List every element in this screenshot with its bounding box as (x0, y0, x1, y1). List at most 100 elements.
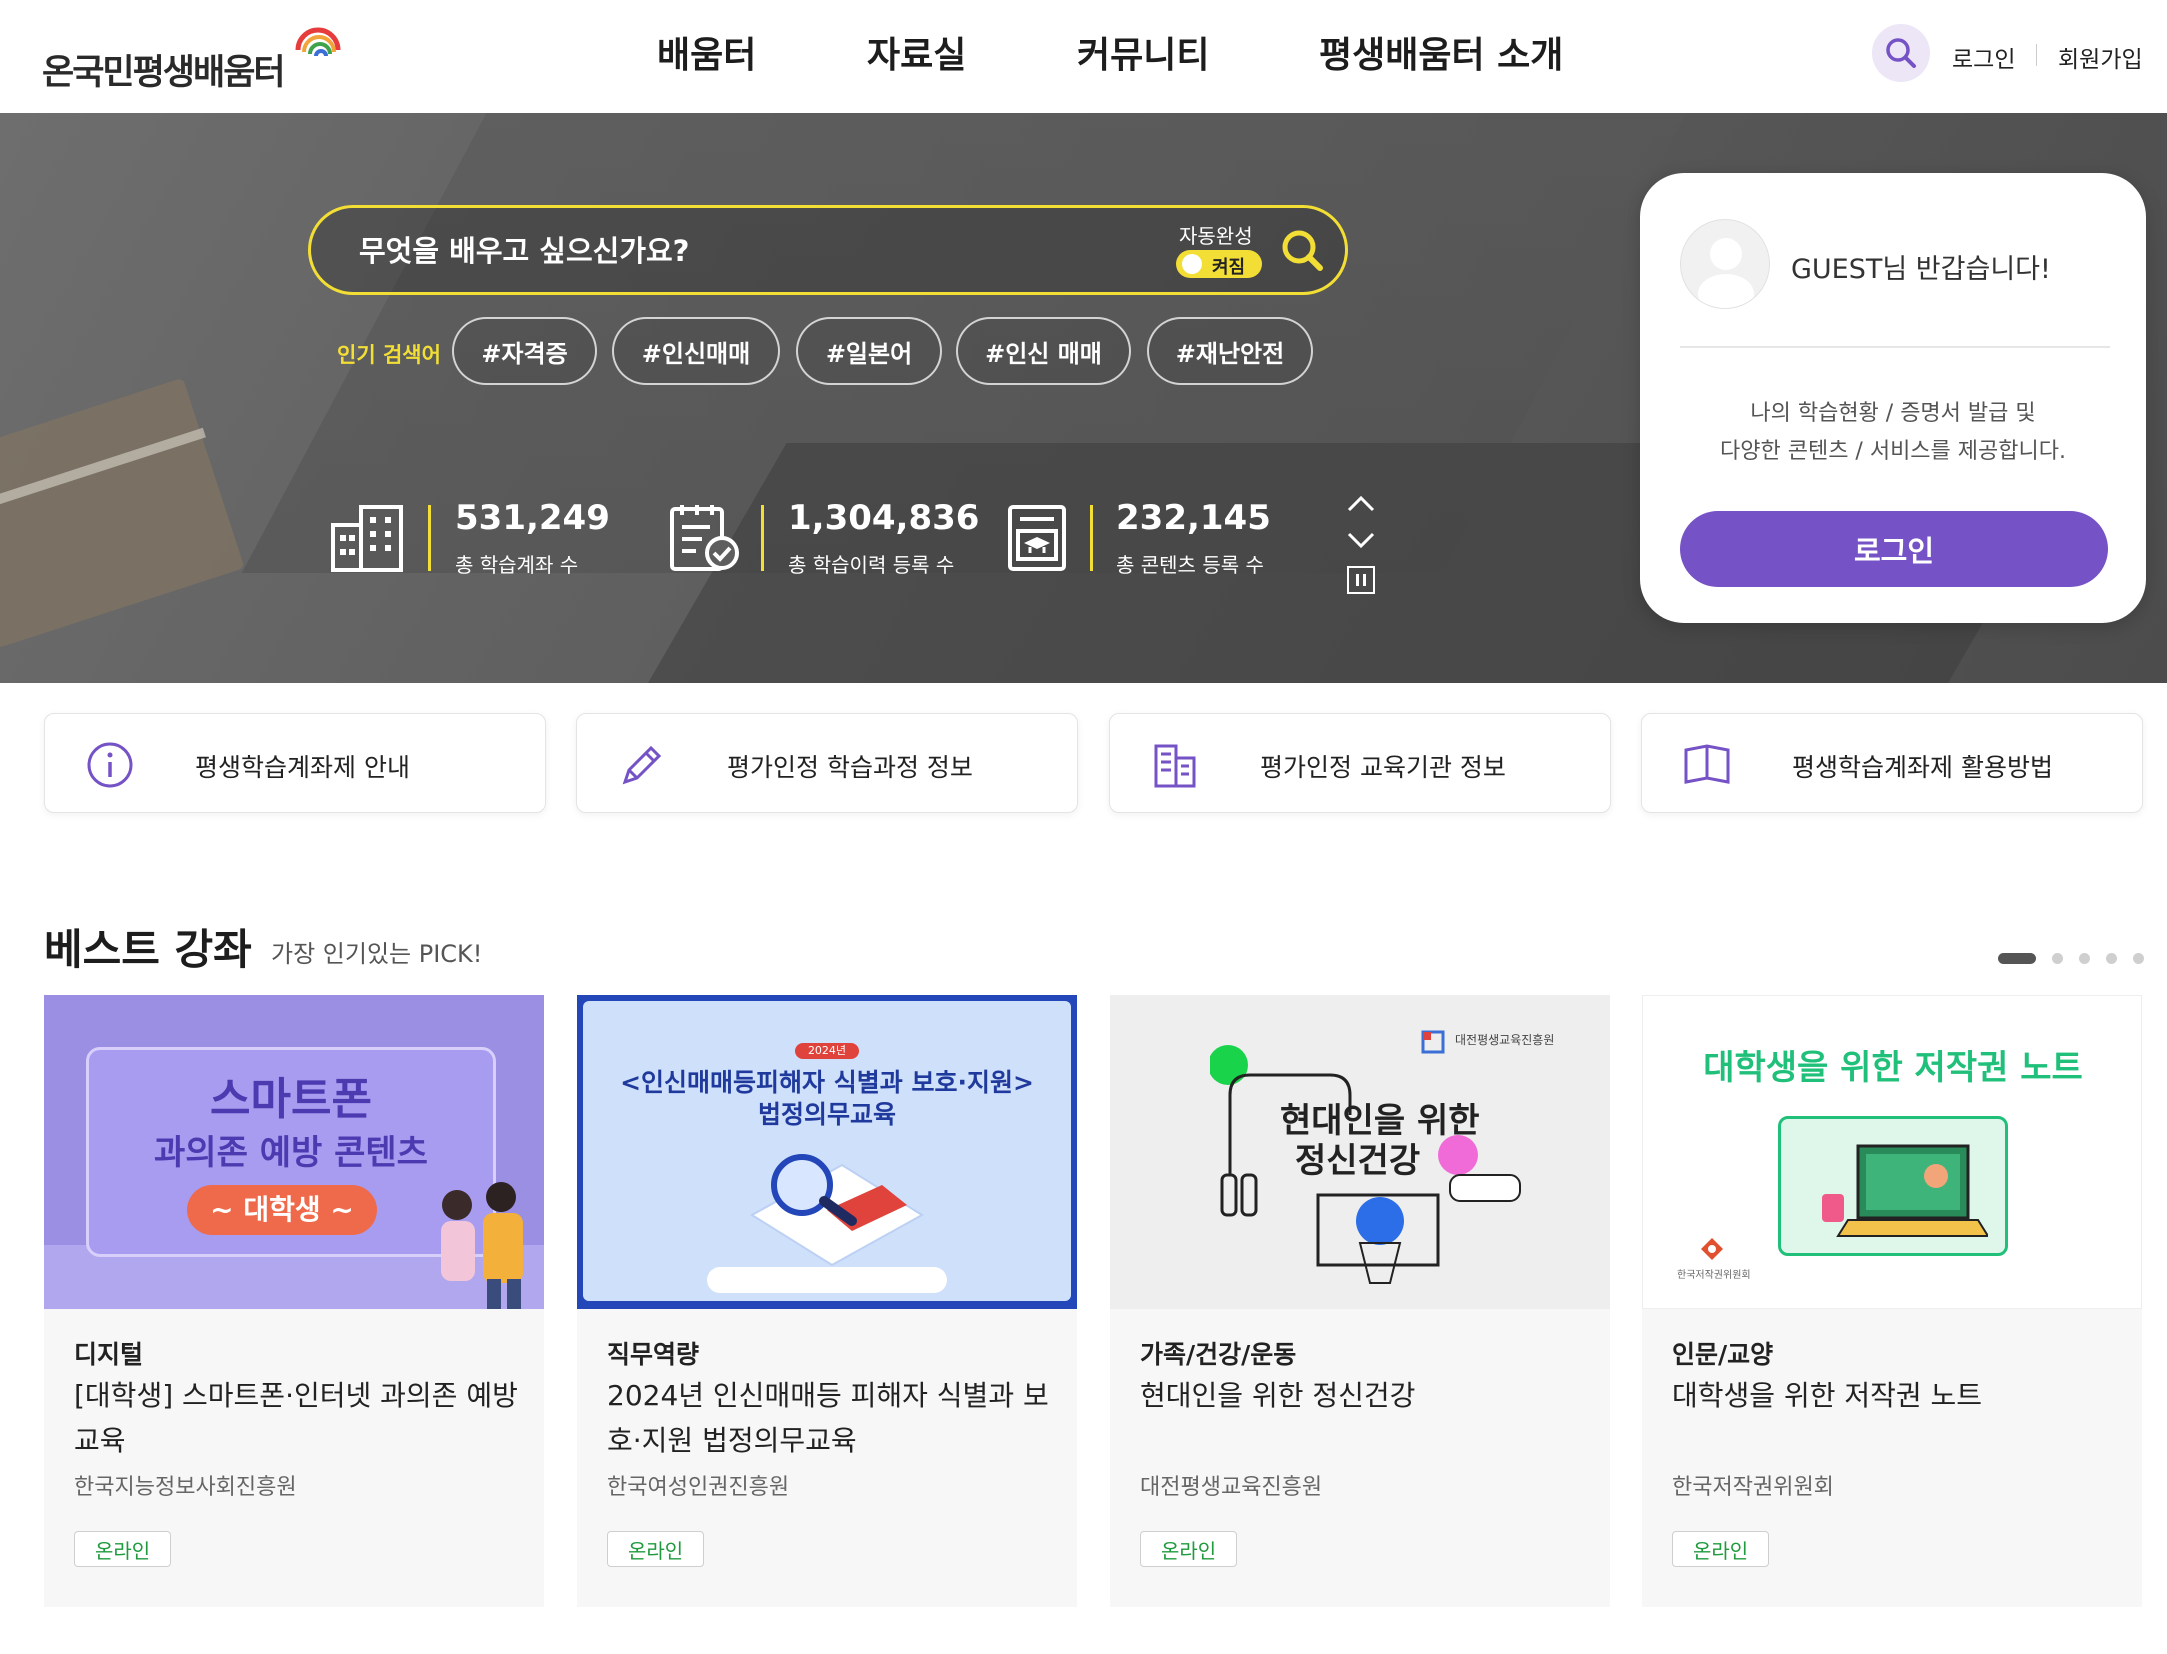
autocomplete-label: 자동완성 (1179, 224, 1253, 248)
thumb-pill: ~ 대학생 ~ (187, 1185, 377, 1235)
site-header: 온국민평생배움터 배움터 자료실 커뮤니티 평생배움터 소개 로그인 회원가입 (0, 0, 2167, 113)
course-thumbnail: 2024년 <인신매매등피해자 식별과 보호·지원> 법정의무교육 (577, 995, 1077, 1309)
course-info: 가족/건강/운동 현대인을 위한 정신건강 대전평생교육진흥원 온라인 (1110, 1309, 1610, 1607)
course-category: 인문/교양 (1672, 1340, 1774, 1369)
nav-item-resources[interactable]: 자료실 (867, 26, 966, 78)
course-title[interactable]: 대학생을 위한 저작권 노트 (1672, 1373, 2122, 1418)
content-icon (1008, 505, 1066, 571)
course-category: 가족/건강/운동 (1140, 1340, 1297, 1369)
chevron-down-icon[interactable] (1346, 531, 1376, 551)
quick-menu-institution-info[interactable]: 평가인정 교육기관 정보 (1109, 713, 1611, 813)
chevron-up-icon[interactable] (1346, 493, 1376, 513)
header-login-link[interactable]: 로그인 (1952, 40, 2015, 74)
online-badge: 온라인 (1140, 1531, 1238, 1567)
course-org: 한국지능정보사회진흥원 (74, 1475, 297, 1500)
course-title[interactable]: 현대인을 위한 정신건강 (1140, 1373, 1590, 1418)
course-org: 한국저작권위원회 (1672, 1475, 1834, 1500)
best-section-subtitle: 가장 인기있는 PICK! (271, 940, 483, 968)
login-button[interactable]: 로그인 (1680, 511, 2108, 587)
stat-accounts-value: 531,249 (455, 498, 610, 538)
pause-icon[interactable] (1346, 565, 1376, 595)
popular-keywords-label: 인기 검색어 (337, 343, 441, 367)
avatar (1680, 219, 1770, 309)
magnifier-phone-illustration-icon (750, 1154, 924, 1267)
quick-menu-account-guide[interactable]: 평생학습계좌제 안내 (44, 713, 546, 813)
nav-item-community[interactable]: 커뮤니티 (1077, 26, 1209, 78)
thumb-logos-bar (707, 1267, 947, 1293)
thumb-year: 2024년 (795, 1043, 859, 1059)
thumb-line1: <인신매매등피해자 식별과 보호·지원> (620, 1068, 1034, 1097)
laptop-illustration-icon (1822, 1144, 1988, 1237)
carousel-dot[interactable] (2052, 953, 2063, 964)
online-badge: 온라인 (1672, 1531, 1770, 1567)
course-category: 직무역량 (607, 1340, 700, 1369)
course-card[interactable]: 대학생을 위한 저작권 노트 한국저작권위원회 인문/교양 대학생을 위한 저작… (1642, 995, 2142, 1607)
popular-tag[interactable]: #재난안전 (1147, 317, 1313, 385)
building-icon (331, 505, 403, 572)
rainbow-logo-icon (295, 27, 341, 57)
course-info: 인문/교양 대학생을 위한 저작권 노트 한국저작권위원회 온라인 (1642, 1309, 2142, 1607)
online-badge: 온라인 (74, 1531, 172, 1567)
course-thumbnail: 대학생을 위한 저작권 노트 한국저작권위원회 (1642, 995, 2142, 1309)
popular-tag[interactable]: #인신매매 (612, 317, 780, 385)
thumb-line2: 정신건강 (1295, 1141, 1421, 1181)
stat-divider (1090, 505, 1093, 571)
course-card[interactable]: 대전평생교육진흥원 현대인을 위한 정신건강 가족/건강/운동 현대인을 위한 … (1110, 995, 1610, 1607)
thumb-line1: 스마트폰 (210, 1074, 372, 1125)
best-section-title: 베스트 강좌 (44, 925, 252, 974)
hero-bg-notebook (0, 377, 245, 649)
course-thumbnail: 스마트폰 과의존 예방 콘텐츠 ~ 대학생 ~ (44, 995, 544, 1309)
autocomplete-toggle[interactable]: 켜짐 (1176, 250, 1262, 278)
info-icon (87, 742, 133, 788)
org-logo-icon (1701, 1238, 1723, 1260)
carousel-dot[interactable] (2133, 953, 2144, 964)
stat-accounts-label: 총 학습계좌 수 (455, 553, 579, 577)
online-badge: 온라인 (607, 1531, 705, 1567)
header-search-button[interactable] (1872, 24, 1930, 82)
popular-tag[interactable]: #인신 매매 (956, 317, 1131, 385)
quick-menu-label: 평가인정 교육기관 정보 (1260, 753, 1506, 782)
students-illustration-icon (441, 1182, 523, 1309)
card-divider (1680, 346, 2110, 348)
login-desc-line2: 다양한 콘텐츠 / 서비스를 제공합니다. (1720, 439, 2066, 464)
thumb-line2: 법정의무교육 (757, 1100, 896, 1129)
course-info: 직무역량 2024년 인신매매등 피해자 식별과 보호·지원 법정의무교육 한국… (577, 1309, 1077, 1607)
quick-menu-label: 평생학습계좌제 활용방법 (1792, 753, 2053, 782)
stat-contents-value: 232,145 (1116, 498, 1271, 538)
user-icon (1698, 238, 1754, 308)
course-title[interactable]: 2024년 인신매매등 피해자 식별과 보호·지원 법정의무교육 (607, 1373, 1057, 1463)
course-title[interactable]: [대학생] 스마트폰·인터넷 과의존 예방 교육 (74, 1373, 524, 1463)
pencil-icon (622, 745, 662, 785)
header-signup-link[interactable]: 회원가입 (2058, 40, 2143, 74)
course-card[interactable]: 스마트폰 과의존 예방 콘텐츠 ~ 대학생 ~ 디지털 [대학생] 스마트폰·인… (44, 995, 544, 1607)
carousel-dot[interactable] (2106, 953, 2117, 964)
login-card: GUEST님 반갑습니다! 나의 학습현황 / 증명서 발급 및 다양한 콘텐츠… (1640, 173, 2146, 623)
main-search-input[interactable] (359, 226, 1119, 276)
course-org: 한국여성인권진흥원 (607, 1475, 790, 1500)
popular-tag[interactable]: #일본어 (796, 317, 942, 385)
nav-item-learning[interactable]: 배움터 (657, 26, 756, 78)
autocomplete-state: 켜짐 (1212, 257, 1246, 278)
stat-contents-label: 총 콘텐츠 등록 수 (1116, 553, 1264, 577)
stat-history-label: 총 학습이력 등록 수 (788, 553, 955, 577)
thumb-line1: 대학생을 위한 저작권 노트 (1703, 1048, 2083, 1088)
quick-menu-usage[interactable]: 평생학습계좌제 활용방법 (1641, 713, 2143, 813)
stat-history-value: 1,304,836 (788, 498, 980, 538)
nav-item-about[interactable]: 평생배움터 소개 (1319, 26, 1563, 78)
course-org: 대전평생교육진흥원 (1140, 1475, 1323, 1500)
carousel-dot[interactable] (2079, 953, 2090, 964)
popular-tag[interactable]: #자격증 (452, 317, 597, 385)
stat-divider (761, 505, 764, 571)
main-search-bar: 자동완성 켜짐 (308, 205, 1348, 295)
checklist-icon (670, 505, 739, 571)
search-submit-icon[interactable] (1278, 226, 1328, 276)
greeting-text: GUEST님 반갑습니다! (1791, 254, 2051, 285)
search-icon (1886, 38, 1916, 68)
course-card[interactable]: 2024년 <인신매매등피해자 식별과 보호·지원> 법정의무교육 직무역량 2… (577, 995, 1077, 1607)
thumb-org: 한국저작권위원회 (1677, 1270, 1751, 1281)
stat-divider (428, 505, 431, 571)
login-desc-line1: 나의 학습현황 / 증명서 발급 및 (1750, 401, 2036, 426)
carousel-dot-active[interactable] (1998, 953, 2036, 964)
quick-menu-label: 평생학습계좌제 안내 (195, 753, 410, 782)
quick-menu-course-info[interactable]: 평가인정 학습과정 정보 (576, 713, 1078, 813)
